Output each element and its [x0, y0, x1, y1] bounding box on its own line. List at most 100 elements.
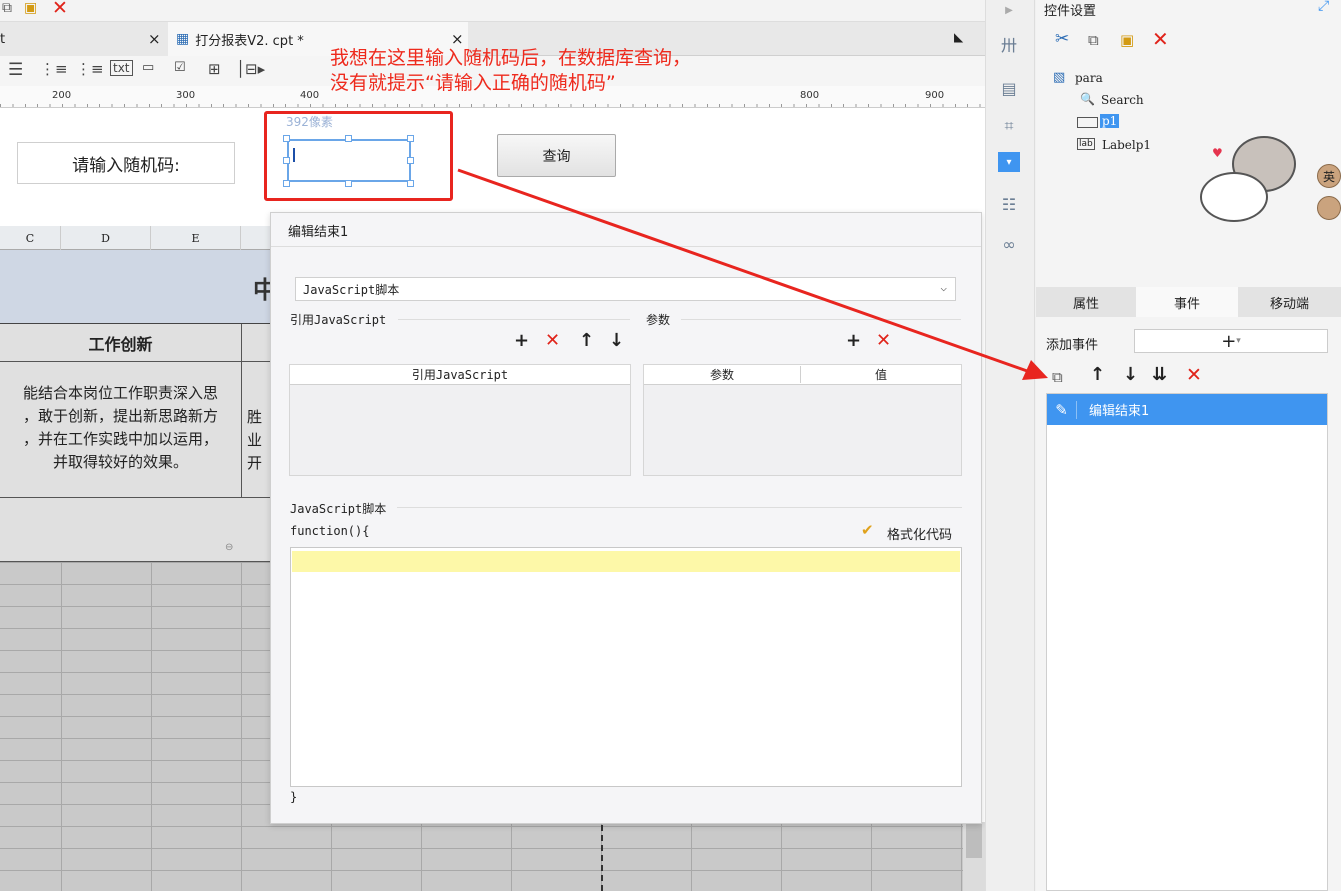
content-cell[interactable]: 胜 业 开	[242, 362, 270, 498]
tree-icon[interactable]: ⊞	[208, 60, 221, 78]
tab-events[interactable]: 事件	[1136, 287, 1238, 317]
ime-settings-icon[interactable]	[1317, 196, 1341, 220]
tree-item-labelp1[interactable]: Labelp1	[1102, 138, 1151, 152]
event-item[interactable]: ✎ 编辑结束1	[1047, 394, 1327, 425]
code-editor[interactable]	[290, 547, 962, 787]
empty-row[interactable]: ⊖	[0, 498, 270, 562]
divider	[681, 319, 961, 320]
cell-line: 胜	[247, 408, 263, 426]
ruler-tick: 200	[52, 90, 72, 101]
password-icon[interactable]: ▭	[142, 60, 154, 75]
text-widget-icon[interactable]: txt	[110, 60, 133, 76]
delete-icon[interactable]: ✕	[52, 0, 68, 19]
more-icon[interactable]: │⊟▸	[236, 60, 265, 78]
delete-icon[interactable]: ✕	[1152, 27, 1169, 51]
param-section-label: 参数	[646, 313, 671, 327]
add-icon: +	[1221, 330, 1237, 352]
header-cell[interactable]	[242, 324, 270, 362]
move-bottom-icon[interactable]: ⇊	[1152, 364, 1167, 385]
tree-item-p1[interactable]: p1	[1100, 114, 1120, 128]
cell-line: 业	[247, 431, 263, 449]
widget-list-icon[interactable]: ▤	[998, 78, 1020, 98]
tab-mobile[interactable]: 移动端	[1238, 287, 1341, 317]
cell-line: ，敢于创新，提出新思路新方	[22, 407, 218, 425]
add-event-dropdown[interactable]: + ▾	[1134, 329, 1328, 353]
format-code-button[interactable]: 格式化代码	[887, 524, 952, 543]
cell-expand-icon: ⊖	[225, 542, 234, 553]
broom-icon[interactable]: ✔	[861, 521, 874, 539]
layout-icon[interactable]: 卅	[998, 34, 1020, 55]
highlight-rectangle	[264, 111, 453, 201]
checkbox-icon[interactable]: ☑	[174, 60, 186, 75]
title-banner: 中	[0, 250, 277, 324]
pencil-icon: ✎	[1047, 400, 1077, 419]
param-table[interactable]: 参数 值	[643, 364, 962, 476]
search-button[interactable]: 查询	[497, 134, 616, 177]
prompt-label: 请输入随机码:	[17, 142, 235, 184]
tree-item-search[interactable]: Search	[1101, 93, 1144, 107]
tree-item-para[interactable]: para	[1075, 71, 1103, 85]
divider	[398, 319, 630, 320]
column-label: 值	[874, 368, 887, 382]
copy-icon[interactable]: ⧉	[1088, 31, 1099, 49]
search-icon: 🔍	[1080, 92, 1095, 106]
divider	[397, 507, 962, 508]
column-c[interactable]: C	[0, 226, 61, 250]
report-icon: ▦	[176, 31, 190, 47]
arrow-up-icon[interactable]: ↑	[579, 330, 594, 351]
label-icon: lab	[1077, 138, 1095, 150]
tab-label: 打分报表V2. cpt *	[195, 33, 304, 49]
form-icon[interactable]: ☰	[8, 60, 23, 80]
page-break-line	[601, 825, 603, 891]
header-cell[interactable]: 工作创新	[0, 324, 242, 362]
checkbox-group-icon[interactable]: ⋮≡	[76, 60, 104, 78]
frame-icon[interactable]: ⌗	[998, 116, 1020, 136]
ruler-tick: 800	[800, 90, 820, 101]
collapse-arrow-icon[interactable]: ▶	[998, 0, 1020, 20]
column-label: 参数	[644, 366, 801, 383]
cell-line: 并取得较好的效果。	[52, 453, 188, 471]
ruler-tick: 300	[176, 90, 196, 101]
radio-group-icon[interactable]: ⋮≡	[40, 60, 68, 78]
add-event-label: 添加事件	[1046, 338, 1099, 353]
event-label: 编辑结束1	[1089, 404, 1150, 419]
tab-properties[interactable]: 属性	[1036, 287, 1136, 317]
column-header: C D E	[0, 226, 270, 250]
chevron-down-icon: ▾	[1236, 336, 1241, 346]
arrow-up-icon[interactable]: ↑	[1090, 364, 1105, 385]
remove-icon[interactable]: ✕	[545, 330, 560, 351]
script-type-select[interactable]: JavaScript脚本 ⌵	[295, 277, 956, 301]
paste-icon[interactable]: ▣	[1120, 31, 1134, 49]
paste-icon[interactable]: ▣	[24, 0, 37, 16]
arrow-down-icon[interactable]: ↓	[1123, 364, 1138, 385]
annotation-line: 没有就提示“请输入正确的随机码”	[330, 72, 616, 94]
ref-js-table[interactable]: 引用JavaScript	[289, 364, 631, 476]
copy-icon[interactable]: ⧉	[2, 0, 12, 16]
add-icon[interactable]: +	[514, 330, 529, 351]
dialog-title: 编辑结束1	[288, 225, 349, 240]
close-icon[interactable]: ×	[148, 30, 161, 48]
form-structure-icon[interactable]: ☷	[998, 194, 1020, 214]
add-icon[interactable]: +	[846, 330, 861, 351]
content-cell[interactable]: 能结合本岗位工作职责深入思 ，敢于创新，提出新思路新方 ，并在工作实践中加以运用…	[0, 362, 242, 498]
arrow-down-icon[interactable]: ↓	[609, 330, 624, 351]
column-d[interactable]: D	[61, 226, 151, 250]
ref-section-label: 引用JavaScript	[290, 313, 387, 327]
expand-icon[interactable]: ⤢	[1318, 0, 1329, 14]
remove-icon[interactable]: ✕	[876, 330, 891, 351]
copy-icon[interactable]: ⧉	[1052, 368, 1063, 386]
cell-line: 开	[247, 454, 263, 472]
scrollbar-thumb[interactable]	[966, 822, 982, 858]
table-header: 引用JavaScript	[290, 365, 630, 385]
pin-icon[interactable]: ◣	[954, 30, 963, 44]
top-toolbar: ⧉ ▣ ✕	[0, 0, 985, 22]
tab-previous[interactable]: t ×	[0, 22, 168, 56]
cut-icon[interactable]: ✂	[1055, 29, 1069, 49]
widget-settings-icon[interactable]: ▾	[998, 152, 1020, 172]
ime-badge[interactable]: 英	[1317, 164, 1341, 188]
column-e[interactable]: E	[151, 226, 241, 250]
delete-icon[interactable]: ✕	[1186, 364, 1202, 386]
function-close-text: }	[290, 790, 298, 804]
table-header: 参数 值	[644, 365, 961, 385]
link-icon[interactable]: ∞	[998, 234, 1020, 254]
